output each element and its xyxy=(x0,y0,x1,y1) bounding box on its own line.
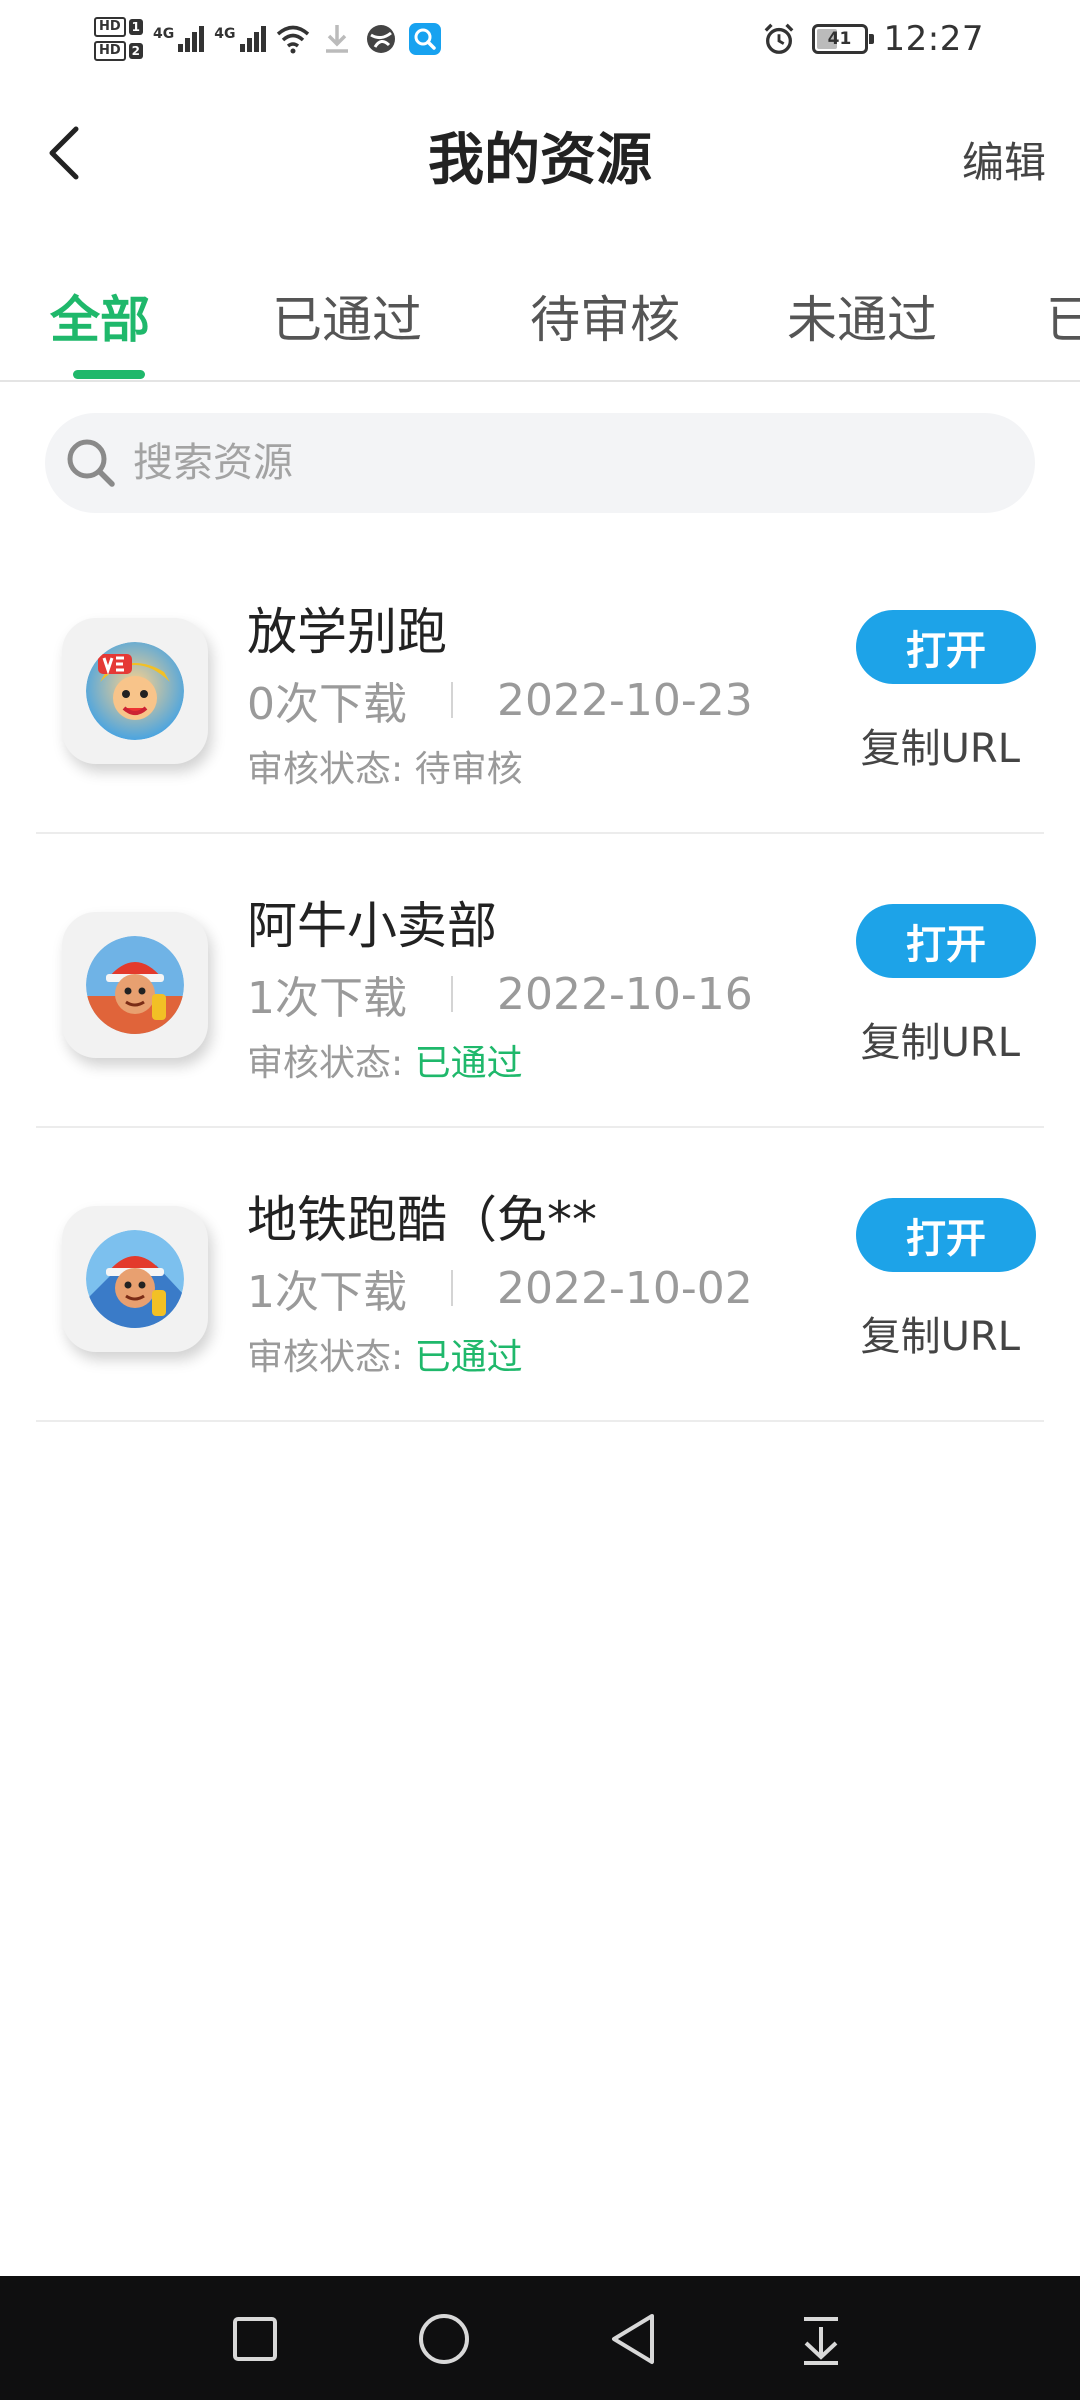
hd1-indicator: HD 1 xyxy=(94,17,144,37)
clock: 12:27 xyxy=(883,19,984,59)
tab-pending[interactable]: 待审核 xyxy=(530,280,680,352)
copy-url-button[interactable]: 复制URL xyxy=(861,1010,1020,1068)
signal-sim1-icon: 4G xyxy=(153,26,205,52)
resource-meta: 1次下载 2022-10-16 xyxy=(247,962,753,1026)
review-status: 审核状态: 已通过 xyxy=(247,1328,523,1380)
review-status-value: 待审核 xyxy=(414,749,523,790)
meta-separator xyxy=(451,682,453,718)
hd-indicators: HD 1 HD 2 xyxy=(94,17,144,61)
app-icon-frame xyxy=(62,912,208,1058)
upload-date: 2022-10-23 xyxy=(497,674,753,726)
review-status-label: 审核状态: xyxy=(247,1043,404,1084)
search-input[interactable] xyxy=(131,439,995,487)
game-icon-fangxuebiepao xyxy=(86,642,184,740)
meta-separator xyxy=(451,1270,453,1306)
hd1-label: HD xyxy=(94,17,126,37)
header: 我的资源 编辑 xyxy=(0,95,1080,215)
tab-more[interactable]: 已 xyxy=(1046,280,1080,352)
sim2-network-type: 4G xyxy=(214,26,236,42)
list-item[interactable]: 阿牛小卖部 1次下载 2022-10-16 审核状态: 已通过 打开 复制URL xyxy=(0,834,1080,1128)
review-status-value: 已通过 xyxy=(414,1337,523,1378)
page-title: 我的资源 xyxy=(428,128,652,193)
app-icon-frame xyxy=(62,618,208,764)
list-item[interactable]: 地铁跑酷（免** 1次下载 2022-10-02 审核状态: 已通过 打开 复制… xyxy=(0,1128,1080,1422)
review-status-value: 已通过 xyxy=(414,1043,523,1084)
tab-all[interactable]: 全部 xyxy=(50,280,150,352)
edit-button[interactable]: 编辑 xyxy=(962,129,1046,190)
hd2-num: 2 xyxy=(128,43,144,59)
review-status-label: 审核状态: xyxy=(247,1337,404,1378)
square-icon[interactable] xyxy=(220,2304,290,2374)
download-count: 0次下载 xyxy=(247,679,407,730)
open-button[interactable]: 打开 xyxy=(856,610,1036,684)
app-icon-frame xyxy=(62,1206,208,1352)
review-status-label: 审核状态: xyxy=(247,749,404,790)
open-button[interactable]: 打开 xyxy=(856,904,1036,978)
wifi-icon xyxy=(276,22,310,56)
tab-indicator xyxy=(73,370,145,379)
upload-date: 2022-10-02 xyxy=(497,1262,753,1314)
copy-url-button[interactable]: 复制URL xyxy=(861,1304,1020,1362)
tab-bar: 全部 已通过 待审核 未通过 已 xyxy=(0,260,1080,380)
meta-separator xyxy=(451,976,453,1012)
game-icon-subway-runner xyxy=(86,1230,184,1328)
search-icon xyxy=(61,433,121,493)
tab-rejected[interactable]: 未通过 xyxy=(787,280,937,352)
sim1-network-type: 4G xyxy=(153,26,175,42)
search-app-icon xyxy=(408,22,442,56)
screen: HD 1 HD 2 4G 4G 41 12:27 我的资源 编辑 全部 已通过 … xyxy=(0,0,1080,2400)
upload-date: 2022-10-16 xyxy=(497,968,753,1020)
download-status-icon xyxy=(320,22,354,56)
tab-approved[interactable]: 已通过 xyxy=(272,280,422,352)
battery-icon: 41 xyxy=(811,24,874,54)
status-bar-left: HD 1 HD 2 4G 4G xyxy=(94,8,442,70)
download-count: 1次下载 xyxy=(247,1267,407,1318)
list-item[interactable]: 放学别跑 0次下载 2022-10-23 审核状态: 待审核 打开 复制URL xyxy=(0,540,1080,834)
status-bar: HD 1 HD 2 4G 4G 41 12:27 xyxy=(0,0,1080,78)
resource-meta: 1次下载 2022-10-02 xyxy=(247,1256,753,1320)
hd1-num: 1 xyxy=(128,19,144,35)
search-bar xyxy=(45,413,1035,513)
hd2-label: HD xyxy=(94,41,126,61)
hd2-indicator: HD 2 xyxy=(94,41,144,61)
review-status: 审核状态: 待审核 xyxy=(247,740,523,792)
item-divider xyxy=(36,1420,1044,1422)
resource-list: 放学别跑 0次下载 2022-10-23 审核状态: 待审核 打开 复制URL xyxy=(0,540,1080,1422)
system-nav-bar xyxy=(0,2276,1080,2400)
circle-home-icon[interactable] xyxy=(409,2304,479,2374)
game-icon-subway-runner xyxy=(86,936,184,1034)
download-count: 1次下载 xyxy=(247,973,407,1024)
open-button[interactable]: 打开 xyxy=(856,1198,1036,1272)
tabs-divider xyxy=(0,380,1080,382)
review-status: 审核状态: 已通过 xyxy=(247,1034,523,1086)
battery-level: 41 xyxy=(827,29,852,49)
copy-url-button[interactable]: 复制URL xyxy=(861,716,1020,774)
alarm-icon xyxy=(762,22,796,56)
status-bar-right: 41 12:27 xyxy=(762,8,984,70)
resource-name: 阿牛小卖部 xyxy=(247,897,497,955)
download-arrow-icon[interactable] xyxy=(786,2304,856,2374)
back-triangle-icon[interactable] xyxy=(598,2304,668,2374)
resource-meta: 0次下载 2022-10-23 xyxy=(247,668,753,732)
signal-sim2-icon: 4G xyxy=(214,26,266,52)
browser-icon xyxy=(364,22,398,56)
resource-name: 地铁跑酷（免** xyxy=(247,1191,597,1249)
resource-name: 放学别跑 xyxy=(247,603,447,661)
